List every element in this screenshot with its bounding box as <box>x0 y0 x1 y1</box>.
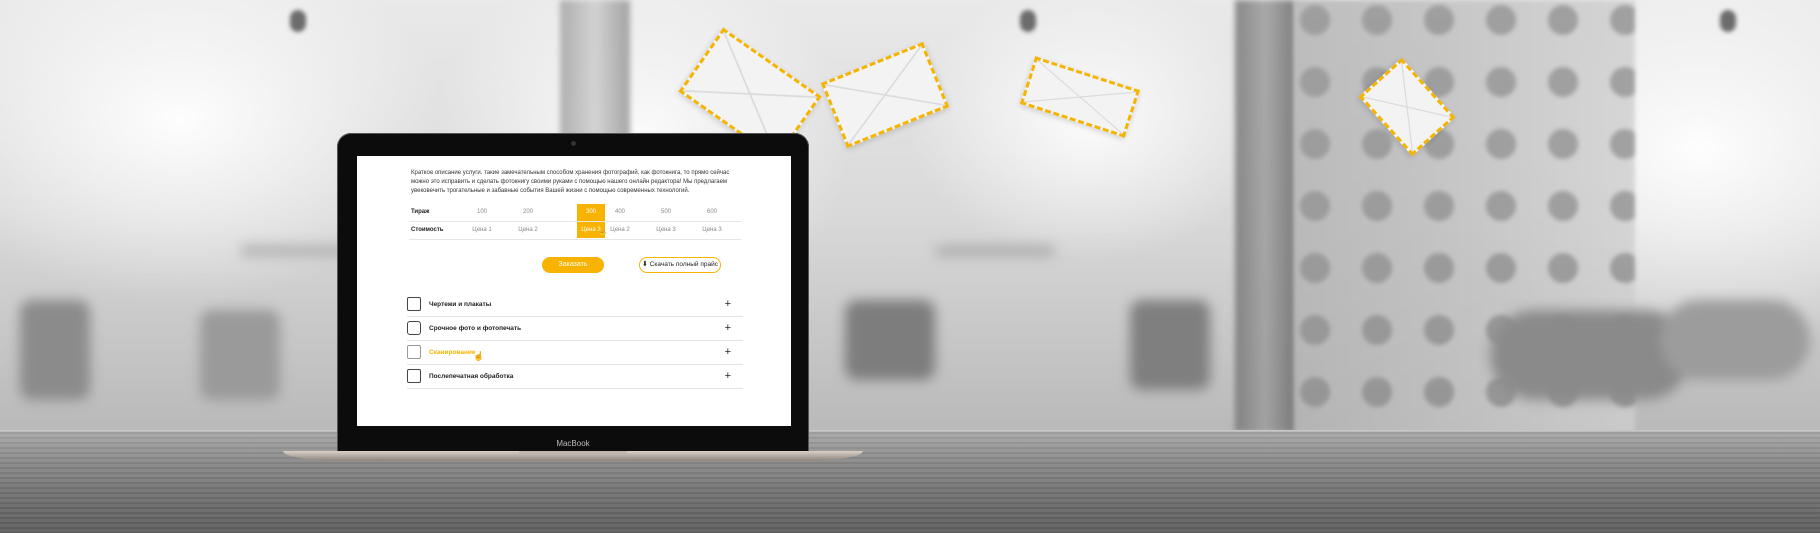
download-icon: ⬇ <box>642 261 648 268</box>
table-cell-selected[interactable]: 300 <box>576 209 606 215</box>
table-cell[interactable]: 600 <box>697 209 727 215</box>
camera-icon <box>407 321 421 335</box>
hand-cursor-icon: ☝ <box>597 226 609 236</box>
plus-icon[interactable]: + <box>725 298 731 310</box>
lounge-chair <box>1490 310 1690 400</box>
plus-icon[interactable]: + <box>725 370 731 382</box>
download-price-button[interactable]: ⬇ Скачать полный прайс <box>639 257 721 273</box>
table-cell[interactable]: 500 <box>651 209 681 215</box>
service-label: Чертежи и плакаты <box>429 301 492 308</box>
desk <box>935 245 1055 257</box>
order-button[interactable]: Заказать <box>542 257 604 273</box>
service-label: Послепечатная обработка <box>429 373 514 380</box>
lamp <box>1020 10 1036 32</box>
list-item[interactable]: Срочное фото и фотопечать + <box>407 317 743 341</box>
lamp <box>1720 10 1736 32</box>
laptop-screen: Краткое описание услуги. такие замечател… <box>357 156 791 426</box>
table-cell[interactable]: Цена 3 <box>651 227 681 233</box>
table-cell[interactable]: 100 <box>467 209 497 215</box>
table-cell[interactable]: 200 <box>513 209 543 215</box>
list-item[interactable]: Послепечатная обработка + <box>407 365 743 389</box>
notebook-icon <box>407 369 421 383</box>
lamp <box>290 10 306 32</box>
row-label: Тираж <box>411 209 430 215</box>
plus-icon[interactable]: + <box>725 322 731 334</box>
table-cell[interactable]: Цена 2 <box>513 227 543 233</box>
wooden-table <box>0 432 1820 533</box>
download-price-label: Скачать полный прайс <box>649 261 718 268</box>
plus-icon[interactable]: + <box>725 346 731 358</box>
laptop-base <box>283 451 863 461</box>
table-cell[interactable]: Цена 2 <box>605 227 635 233</box>
table-cell[interactable]: Цена 1 <box>467 227 497 233</box>
table-row: Тираж 100 200 300 400 500 600 <box>409 204 741 222</box>
service-label: Сканирование <box>429 349 476 356</box>
hand-cursor-icon: ☝ <box>473 351 485 361</box>
table-row: Стоимость Цена 1 Цена 2 Цена 3 Цена 2 Це… <box>409 222 741 240</box>
price-table: Тираж 100 200 300 400 500 600 Стоимость … <box>409 204 741 240</box>
table-cell[interactable]: Цена 3 <box>697 227 727 233</box>
chair <box>20 300 90 400</box>
row-label: Стоимость <box>411 227 444 233</box>
scanner-icon <box>407 345 421 359</box>
lounge-chair <box>1660 300 1810 380</box>
pillar <box>1235 0 1295 432</box>
laptop: Краткое описание услуги. такие замечател… <box>337 133 809 453</box>
chair <box>200 310 280 400</box>
camera <box>571 141 576 146</box>
list-item[interactable]: Чертежи и плакаты + <box>407 293 743 317</box>
laptop-brand: MacBook <box>556 439 590 448</box>
table-cell[interactable]: 400 <box>605 209 635 215</box>
service-description: Краткое описание услуги. такие замечател… <box>411 170 730 194</box>
list-item[interactable]: Сканирование ☝ + <box>407 341 743 365</box>
chair <box>845 300 935 380</box>
service-label: Срочное фото и фотопечать <box>429 325 522 332</box>
lid-notch <box>519 451 627 455</box>
plotter-icon <box>407 297 421 311</box>
chair <box>1130 300 1210 390</box>
services-list: Чертежи и плакаты + Срочное фото и фотоп… <box>407 293 743 389</box>
